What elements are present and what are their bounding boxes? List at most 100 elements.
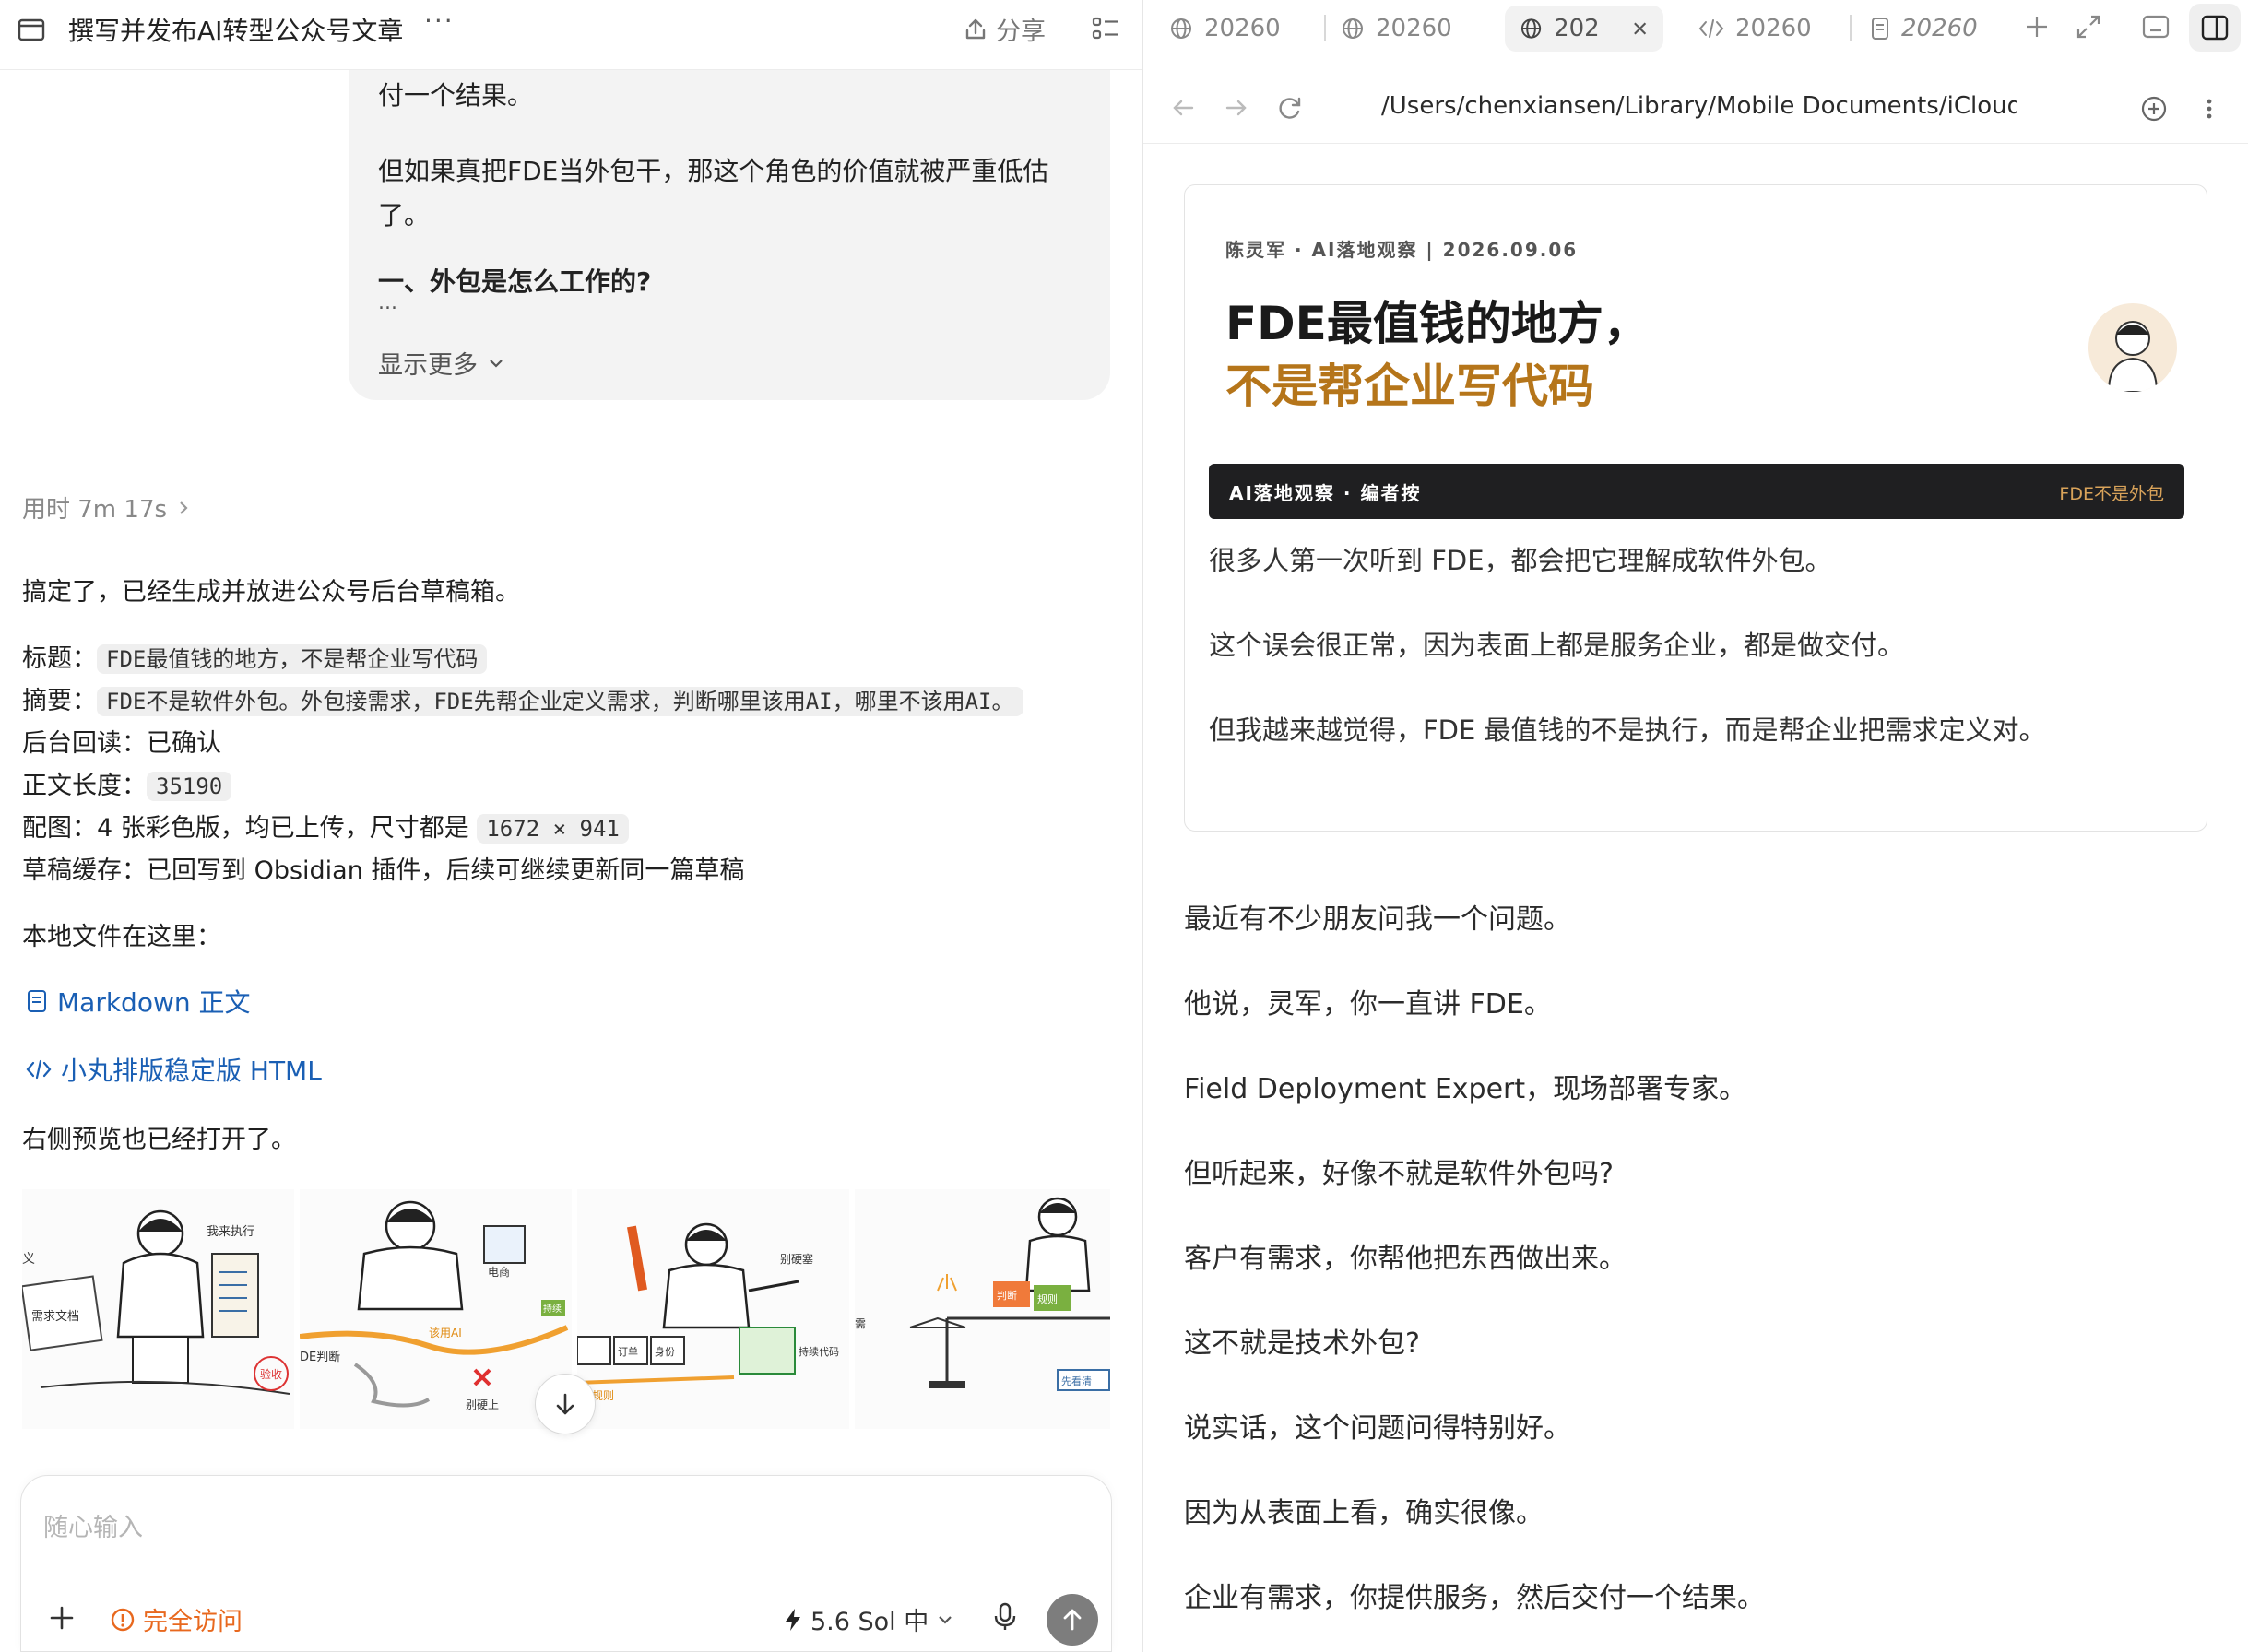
html-file-link[interactable]: 小丸排版稳定版 HTML (26, 1051, 322, 1088)
images-size: 1672 × 941 (477, 814, 629, 844)
title-value: FDE最值钱的地方，不是帮企业写代码 (97, 644, 488, 674)
elapsed-time-label: 用时 7m 17s (22, 496, 168, 524)
arrow-up-icon (1063, 1609, 1082, 1631)
message-input[interactable]: 随心输入 (43, 1507, 143, 1543)
user-message-line: 付一个结果。 (378, 80, 534, 111)
article-paragraph: 最近有不少朋友问我一个问题。 (1184, 903, 1571, 936)
article-header-card: 陈灵军 · AI落地观察 | 2026.09.06 FDE最值钱的地方， 不是帮… (1184, 184, 2207, 832)
images-row: 配图：4 张彩色版，均已上传，尺寸都是 1672 × 941 (22, 808, 629, 844)
image-text: 订单 (618, 1346, 638, 1358)
add-attachment-icon[interactable] (47, 1603, 77, 1633)
illustration-image[interactable]: 判断 规则 先看清 需 (855, 1189, 1110, 1429)
image-text: 别硬上 (466, 1398, 499, 1411)
article-byline: 陈灵军 · AI落地观察 | 2026.09.06 (1225, 239, 1579, 261)
tab-item-active[interactable]: 202 (1505, 6, 1663, 52)
access-mode-button[interactable]: 完全访问 (110, 1601, 243, 1637)
length-row: 正文长度： 35190 (22, 765, 232, 801)
tab-item[interactable]: 20260 (1855, 6, 2003, 52)
tab-label: 20260 (1376, 15, 1452, 42)
more-vertical-icon[interactable] (2204, 94, 2215, 124)
document-icon (1872, 18, 1888, 40)
tab-separator (1850, 15, 1852, 41)
globe-icon (1171, 18, 1191, 39)
editor-note-banner: AI落地观察 · 编者按 FDE不是外包 (1209, 464, 2184, 519)
banner-title: AI落地观察 · 编者按 (1229, 482, 1422, 504)
image-text: 义 (22, 1252, 35, 1267)
url-bar[interactable]: /Users/chenxiansen/Library/Mobile Docume… (1381, 92, 2017, 120)
summary-value: FDE不是软件外包。外包接需求，FDE先帮企业定义需求，判断哪里该用AI，哪里不… (97, 687, 1023, 716)
title-row: 标题： FDE最值钱的地方，不是帮企业写代码 (22, 638, 488, 674)
summary-label: 摘要： (22, 687, 97, 715)
banner-tag: FDE不是外包 (2059, 484, 2164, 504)
reload-icon[interactable] (1276, 94, 1304, 122)
image-text: 我来执行 (207, 1225, 254, 1239)
intro-paragraph: 但我越来越觉得，FDE 最值钱的不是执行，而是帮企业把需求定义对。 (1209, 714, 2046, 746)
message-composer: 随心输入 完全访问 5.6 Sol 中 (20, 1475, 1112, 1652)
article-paragraph: Field Deployment Expert，现场部署专家。 (1184, 1073, 1747, 1105)
tab-item[interactable]: 20260 (1154, 6, 1302, 52)
tab-label: 20260 (1735, 15, 1812, 42)
toggle-panel-button[interactable] (2189, 4, 2241, 52)
draft-cache-status: 草稿缓存：已回写到 Obsidian 插件，后续可继续更新同一篇草稿 (22, 856, 745, 885)
tab-item[interactable]: 20260 (1684, 6, 1831, 52)
sidebar-toggle-icon[interactable] (17, 15, 46, 44)
article-paragraph: 说实话，这个问题问得特别好。 (1184, 1412, 1571, 1445)
send-button[interactable] (1047, 1594, 1098, 1646)
microphone-icon[interactable] (991, 1601, 1019, 1633)
arrow-down-icon (556, 1393, 574, 1415)
chevron-right-icon (180, 501, 188, 514)
scroll-to-bottom-button[interactable] (535, 1374, 596, 1434)
assistant-intro: 搞定了，已经生成并放进公众号后台草稿箱。 (22, 578, 520, 607)
article-paragraph: 这不就是技术外包? (1184, 1328, 1420, 1360)
article-paragraph: 客户有需求，你帮他把东西做出来。 (1184, 1243, 1627, 1275)
image-text: 持续代码 (799, 1345, 839, 1358)
image-text: 电商 (488, 1265, 510, 1279)
access-mode-label: 完全访问 (143, 1608, 243, 1636)
image-text: 规则 (1037, 1292, 1058, 1305)
illustration-image[interactable]: 电商 该用AI DE判断 别硬上 持续 (299, 1189, 572, 1429)
model-selector[interactable]: 5.6 Sol 中 (783, 1601, 954, 1637)
summary-row: 摘要： FDE不是软件外包。外包接需求，FDE先帮企业定义需求，判断哪里该用AI，… (22, 680, 1023, 716)
task-list-icon[interactable] (1090, 13, 1121, 44)
image-text: 该用AI (429, 1327, 462, 1339)
illustration-image[interactable]: 义 需求文档 我来执行 验收 (22, 1189, 294, 1429)
images-label: 配图：4 张彩色版，均已上传，尺寸都是 (22, 814, 478, 843)
markdown-file-link[interactable]: Markdown 正文 (26, 983, 251, 1020)
intro-paragraph: 这个误会很正常，因为表面上都是服务企业，都是做交付。 (1209, 630, 1905, 661)
expand-icon[interactable] (2075, 13, 2102, 41)
warning-icon (111, 1608, 135, 1631)
article-heading-line2: 不是帮企业写代码 (1225, 360, 1594, 413)
share-button[interactable]: 分享 (963, 11, 1046, 47)
user-message-line: 了。 (378, 200, 431, 230)
document-icon (28, 990, 46, 1012)
tab-item[interactable]: 20260 (1326, 6, 1473, 52)
new-tab-icon[interactable] (2023, 13, 2051, 41)
add-circle-icon[interactable] (2139, 94, 2169, 124)
illustration-image[interactable]: 别硬塞 订单 身份 持续代码 定规则 (576, 1189, 849, 1429)
article-heading-line1: FDE最值钱的地方， (1225, 297, 1650, 350)
chat-panel: 撰写并发布AI转型公众号文章 ··· 分享 付一个结果。 但如果真把FDE当外包… (0, 0, 1142, 1652)
user-message-line: 但如果真把FDE当外包干，那这个角色的价值就被严重低估 (378, 156, 1049, 186)
article-paragraph: 企业有需求，你提供服务，然后交付一个结果。 (1184, 1582, 1765, 1614)
globe-icon (1343, 18, 1363, 39)
back-icon[interactable] (1169, 94, 1197, 122)
elapsed-time-toggle[interactable]: 用时 7m 17s (22, 490, 191, 525)
author-avatar (2088, 303, 2177, 392)
chevron-down-icon (939, 1615, 952, 1624)
minimize-panel-icon[interactable] (2141, 13, 2171, 41)
share-icon (965, 18, 986, 39)
close-icon[interactable] (1631, 19, 1649, 38)
readback-status: 后台回读：已确认 (22, 729, 221, 758)
image-text: DE判断 (300, 1351, 340, 1364)
preview-panel: 20260 20260 202 20260 20260 /Users/chenx… (1143, 0, 2248, 1652)
model-label: 5.6 Sol 中 (810, 1608, 929, 1636)
share-label: 分享 (996, 18, 1046, 46)
article-paragraph: 因为从表面上看，确实很像。 (1184, 1497, 1544, 1529)
forward-icon[interactable] (1223, 94, 1250, 122)
show-more-button[interactable]: 显示更多 (378, 345, 505, 381)
globe-icon (1520, 18, 1542, 39)
more-options-button[interactable]: ··· (424, 6, 455, 36)
lightning-icon (786, 1608, 800, 1631)
user-message-truncated-line: 一、外包是怎么工作的? (378, 266, 652, 293)
intro-paragraph: 很多人第一次听到 FDE，都会把它理解成软件外包。 (1209, 545, 1832, 576)
